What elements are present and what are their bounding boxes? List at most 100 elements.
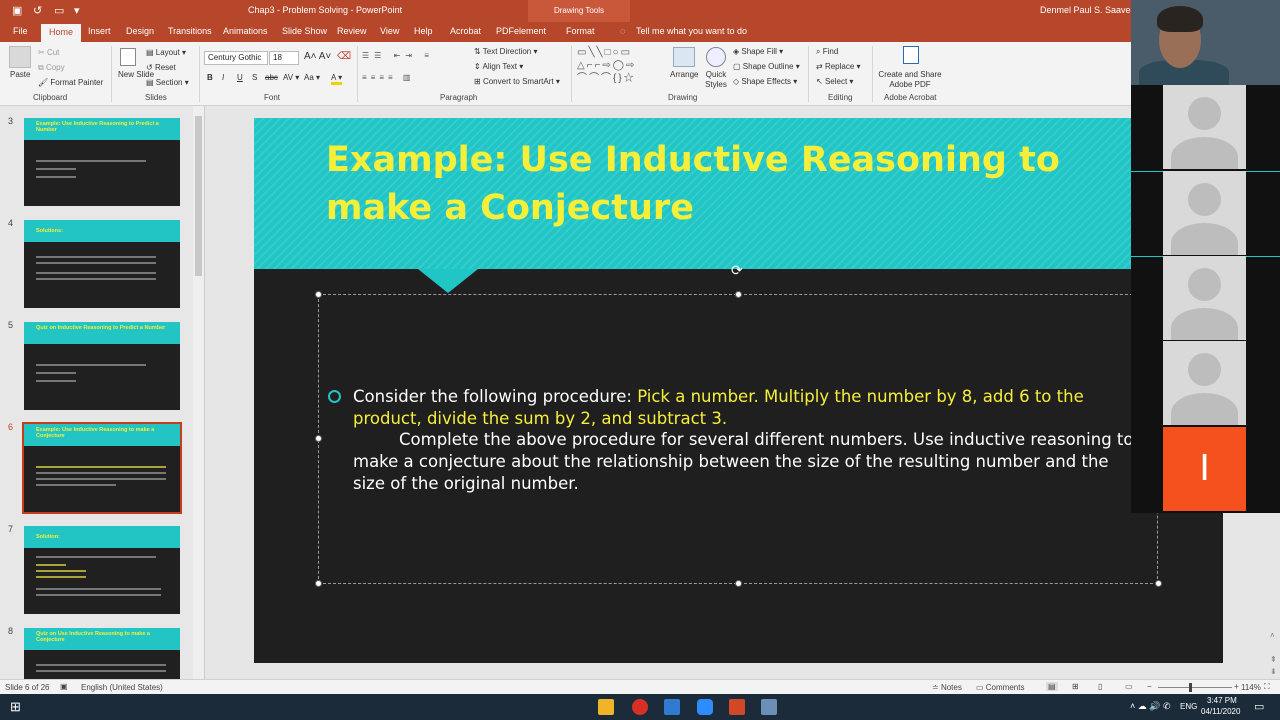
- slide-sorter-icon[interactable]: ⊞: [1072, 682, 1079, 691]
- align-text-button[interactable]: ⇕ Align Text ▾: [474, 62, 523, 71]
- zoom-level[interactable]: 114%: [1241, 683, 1261, 692]
- resize-handle[interactable]: [315, 291, 322, 298]
- slideshow-view-icon[interactable]: ▭: [1125, 682, 1133, 691]
- font-grow-shrink-icon[interactable]: A˄ A˅: [304, 51, 331, 62]
- shape-effects-button[interactable]: ◇ Shape Effects ▾: [733, 77, 797, 86]
- tab-help[interactable]: Help: [414, 26, 433, 36]
- tab-slide-show[interactable]: Slide Show: [282, 26, 327, 36]
- tab-pdfelement[interactable]: PDFelement: [496, 26, 546, 36]
- char-spacing-button[interactable]: AV ▾: [283, 73, 299, 82]
- tab-file[interactable]: File: [13, 26, 28, 36]
- slide-title[interactable]: Example: Use Inductive Reasoning to make…: [326, 136, 1126, 232]
- font-size-select[interactable]: 18: [269, 51, 299, 65]
- tab-review[interactable]: Review: [337, 26, 367, 36]
- resize-handle[interactable]: [735, 580, 742, 587]
- prev-slide-icon[interactable]: ⇞: [1270, 655, 1277, 664]
- underline-button[interactable]: U: [237, 73, 243, 82]
- resize-handle[interactable]: [735, 291, 742, 298]
- undo-icon[interactable]: ↺: [33, 4, 42, 17]
- paste-button[interactable]: Paste: [10, 70, 30, 79]
- input-language[interactable]: ENG: [1180, 702, 1197, 711]
- scroll-up-icon[interactable]: ˄: [1270, 631, 1275, 640]
- scroll-thumb[interactable]: [195, 116, 202, 276]
- copy-button[interactable]: ⧉ Copy: [38, 63, 65, 73]
- tell-me-search[interactable]: Tell me what you want to do: [636, 26, 747, 36]
- shape-outline-button[interactable]: ▢ Shape Outline ▾: [733, 62, 800, 71]
- font-name-select[interactable]: Century Gothic: [204, 51, 268, 65]
- slide-thumbnail-5[interactable]: Quiz on Inductive Reasoning to Predict a…: [24, 322, 180, 410]
- tab-animations[interactable]: Animations: [223, 26, 268, 36]
- app-icon-2[interactable]: [761, 699, 777, 715]
- tab-insert[interactable]: Insert: [88, 26, 111, 36]
- slide-thumbnail-8[interactable]: Quiz on Use Inductive Reasoning to make …: [24, 628, 180, 679]
- next-slide-icon[interactable]: ⇟: [1270, 667, 1277, 676]
- file-explorer-icon[interactable]: [598, 699, 614, 715]
- comments-button[interactable]: ▭ Comments: [976, 683, 1024, 692]
- resize-handle[interactable]: [1155, 580, 1162, 587]
- normal-view-icon[interactable]: ▤: [1046, 682, 1058, 691]
- resize-handle[interactable]: [315, 580, 322, 587]
- layout-button[interactable]: ▤ Layout ▾: [146, 48, 186, 57]
- zoom-out-icon[interactable]: −: [1147, 682, 1152, 691]
- notifications-icon[interactable]: ▭: [1254, 700, 1264, 713]
- start-slideshow-icon[interactable]: ▭: [54, 4, 64, 17]
- replace-button[interactable]: ⇄ Replace ▾: [816, 62, 861, 71]
- fit-slide-icon[interactable]: ⛶: [1264, 682, 1270, 692]
- tab-view[interactable]: View: [380, 26, 399, 36]
- customize-toolbar-icon[interactable]: ▾: [74, 4, 80, 17]
- font-color-button[interactable]: A ▾: [331, 73, 343, 85]
- quick-styles-button[interactable]: Quick Styles: [703, 70, 729, 90]
- layout-label: Layout: [155, 48, 180, 57]
- clear-format-icon[interactable]: ⌫: [337, 51, 351, 62]
- zoom-app-icon[interactable]: [697, 699, 713, 715]
- powerpoint-icon[interactable]: [729, 699, 745, 715]
- reset-button[interactable]: ↺ Reset: [146, 63, 176, 72]
- tab-design[interactable]: Design: [126, 26, 154, 36]
- zoom-slider[interactable]: [1158, 687, 1232, 688]
- notes-button[interactable]: ≐ Notes: [932, 683, 962, 692]
- format-painter-button[interactable]: 🖌 Format Painter: [38, 78, 103, 87]
- list-buttons[interactable]: ☰☰ ⇤⇥ ≡: [362, 51, 434, 60]
- system-tray-icons[interactable]: ˄ ☁ 🔊 ✆: [1130, 701, 1171, 712]
- reading-view-icon[interactable]: ▯: [1098, 682, 1102, 691]
- clock-time[interactable]: 3:47 PM: [1207, 696, 1237, 705]
- shadow-button[interactable]: S: [252, 73, 257, 82]
- adobe-pdf-icon: [903, 46, 919, 64]
- thumbnail-scrollbar[interactable]: [193, 106, 204, 679]
- text-direction-button[interactable]: ⇅ Text Direction ▾: [474, 47, 538, 56]
- zoom-slider-thumb[interactable]: [1189, 683, 1192, 692]
- bold-button[interactable]: B: [207, 73, 213, 82]
- chrome-icon[interactable]: [632, 699, 648, 715]
- zoom-in-icon[interactable]: +: [1234, 682, 1239, 691]
- cut-button[interactable]: ✂ Cut: [38, 48, 59, 57]
- clock-date[interactable]: 04/11/2020: [1201, 707, 1240, 716]
- arrange-button[interactable]: Arrange: [670, 70, 698, 79]
- section-button[interactable]: ▤ Section ▾: [146, 78, 189, 87]
- language-indicator[interactable]: English (United States): [81, 683, 163, 692]
- shapes-gallery[interactable]: ▭╲╲□○▭ △⌐⌐⇨◯⇨ ⌒⌒⌒{}☆: [577, 46, 661, 88]
- slide-thumbnail-7[interactable]: Solution:: [24, 526, 180, 614]
- tab-format[interactable]: Format: [566, 26, 595, 36]
- select-button[interactable]: ↖ Select ▾: [816, 77, 853, 86]
- app-icon[interactable]: [664, 699, 680, 715]
- tab-acrobat[interactable]: Acrobat: [450, 26, 481, 36]
- find-button[interactable]: ⌕ Find: [816, 47, 838, 57]
- italic-button[interactable]: I: [222, 73, 224, 82]
- resize-handle[interactable]: [315, 435, 322, 442]
- save-icon[interactable]: ▣: [12, 4, 22, 17]
- user-name[interactable]: Denmel Paul S. Saavedra: [1040, 5, 1144, 15]
- slide-body-text[interactable]: Consider the following procedure: Pick a…: [353, 386, 1143, 495]
- strikethrough-button[interactable]: abc: [265, 73, 278, 82]
- shape-fill-button[interactable]: ◈ Shape Fill ▾: [733, 47, 783, 56]
- spellcheck-icon[interactable]: ▣: [60, 682, 68, 691]
- windows-start-icon[interactable]: ⊞: [10, 699, 21, 715]
- create-share-pdf-button[interactable]: Create and Share Adobe PDF: [878, 70, 942, 90]
- tab-transitions[interactable]: Transitions: [168, 26, 212, 36]
- rotate-handle-icon[interactable]: ⟳: [731, 262, 743, 279]
- slide-thumbnail-4[interactable]: Solutions:: [24, 220, 180, 308]
- alignment-buttons[interactable]: ≡≡≡≡ ▥: [362, 73, 414, 82]
- slide-thumbnail-3[interactable]: Example: Use Inductive Reasoning to Pred…: [24, 118, 180, 206]
- tab-home[interactable]: Home: [41, 24, 82, 42]
- change-case-button[interactable]: Aa ▾: [304, 73, 320, 82]
- convert-smartart-button[interactable]: ⊞ Convert to SmartArt ▾: [474, 77, 560, 86]
